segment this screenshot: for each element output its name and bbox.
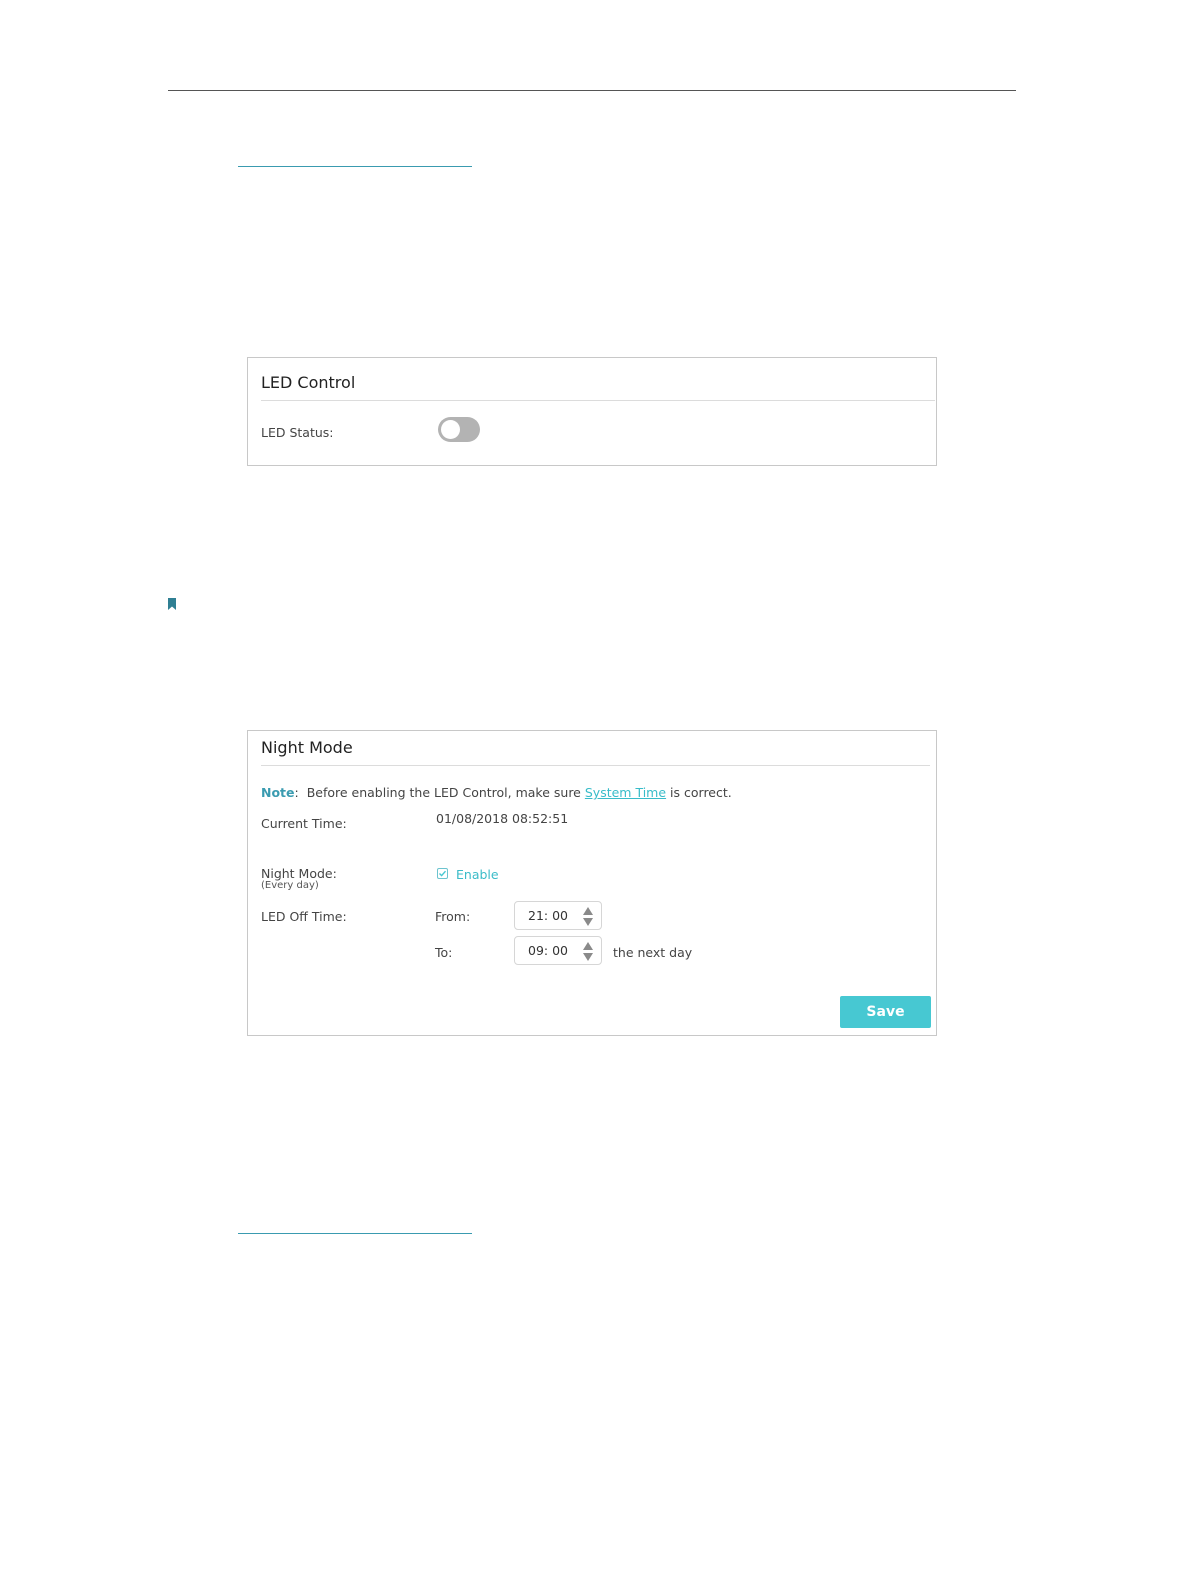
night-mode-divider [261,765,930,766]
check-icon [439,870,447,877]
section-link-underline [238,1233,472,1234]
note-before-text: Before enabling the LED Control, make su… [306,785,581,800]
toggle-knob [441,420,460,439]
from-time-spinner[interactable] [514,901,602,930]
led-off-time-label: LED Off Time: [261,909,347,924]
note-colon: : [294,785,307,800]
from-label: From: [435,909,471,924]
led-control-divider [261,400,935,401]
note-line: Note: Before enabling the LED Control, m… [261,785,732,800]
note-after-text: is correct. [670,785,732,800]
save-button[interactable]: Save [840,996,931,1028]
night-mode-sublabel: (Every day) [261,880,319,891]
led-control-title: LED Control [261,373,356,392]
night-mode-panel: Night Mode Note: Before enabling the LED… [247,730,937,1036]
current-time-value: 01/08/2018 08:52:51 [436,811,569,826]
night-mode-label: Night Mode: [261,866,337,881]
section-link-underline [238,166,472,167]
night-mode-enable-checkbox[interactable] [437,868,448,879]
page-header-rule [168,90,1016,91]
spin-up-icon[interactable] [583,907,593,915]
to-time-input[interactable] [528,943,576,958]
next-day-label: the next day [613,945,693,960]
spin-up-icon[interactable] [583,942,593,950]
system-time-link[interactable]: System Time [585,785,666,800]
enable-label[interactable]: Enable [456,867,499,882]
spin-down-icon[interactable] [583,918,593,926]
current-time-label: Current Time: [261,816,347,831]
led-status-toggle[interactable] [438,417,480,442]
from-time-input[interactable] [528,908,576,923]
led-control-panel: LED Control LED Status: [247,357,937,466]
to-label: To: [435,945,453,960]
night-mode-title: Night Mode [261,738,353,757]
to-time-spinner[interactable] [514,936,602,965]
note-key: Note [261,785,295,800]
spin-down-icon[interactable] [583,953,593,961]
led-status-label: LED Status: [261,425,334,440]
bookmark-icon [168,598,176,610]
